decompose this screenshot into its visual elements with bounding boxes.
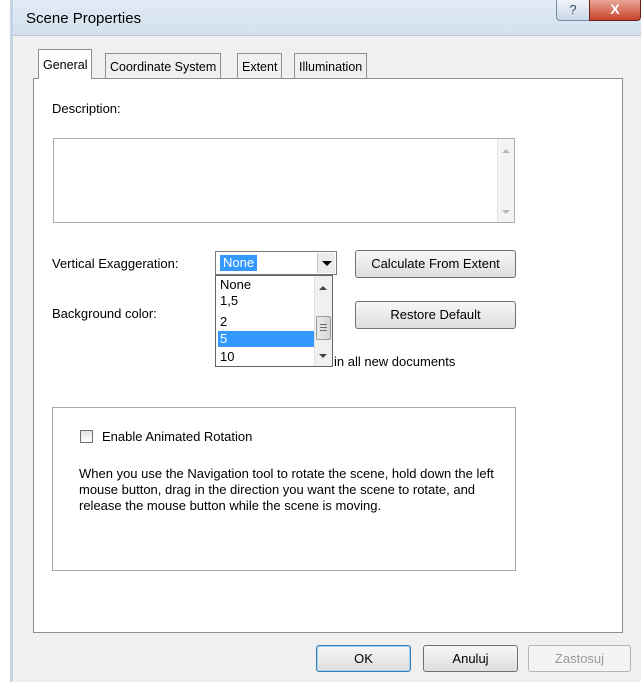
tab-illumination[interactable]: Illumination (294, 53, 368, 78)
description-scrollbar[interactable] (497, 139, 514, 222)
scroll-up-arrow-icon[interactable] (502, 149, 510, 153)
chevron-down-icon (322, 261, 332, 266)
enable-animated-rotation-checkbox[interactable] (80, 430, 93, 443)
help-icon: ? (569, 2, 577, 17)
dropdown-scrollbar[interactable] (314, 276, 332, 366)
background-color-label: Background color: (52, 306, 157, 321)
dropdown-option[interactable]: 1,5 (218, 293, 315, 309)
dropdown-option[interactable]: None (218, 277, 315, 293)
dropdown-option[interactable]: 2 (218, 314, 315, 330)
scrollbar-thumb[interactable] (316, 316, 331, 340)
close-button[interactable]: X (589, 0, 641, 21)
calculate-from-extent-button[interactable]: Calculate From Extent (355, 250, 516, 278)
vertical-exaggeration-label: Vertical Exaggeration: (52, 256, 179, 271)
tab-general[interactable]: General (38, 49, 93, 79)
scroll-down-arrow-icon[interactable] (319, 354, 327, 358)
combo-dropdown-button[interactable] (317, 253, 335, 273)
description-label: Description: (52, 101, 121, 116)
scroll-down-arrow-icon[interactable] (502, 210, 510, 214)
vertical-exaggeration-combo[interactable]: None (215, 251, 337, 275)
dropdown-option[interactable]: 10 (218, 349, 315, 365)
window-title: Scene Properties (26, 10, 142, 27)
vertical-exaggeration-dropdown-list[interactable]: None 1,5 2 5 10 (215, 275, 333, 367)
scroll-up-arrow-icon[interactable] (319, 286, 327, 290)
close-icon: X (610, 1, 620, 17)
tab-extent[interactable]: Extent (237, 53, 283, 78)
animated-rotation-help-text: When you use the Navigation tool to rota… (79, 466, 494, 513)
tab-coordinate-system[interactable]: Coordinate System (105, 53, 222, 78)
new-documents-label: in all new documents (334, 354, 456, 369)
cancel-button[interactable]: Anuluj (423, 645, 518, 672)
apply-button[interactable]: Zastosuj (528, 645, 631, 672)
dropdown-option-selected[interactable]: 5 (218, 331, 315, 347)
combo-selected-value: None (220, 255, 258, 271)
restore-default-button[interactable]: Restore Default (355, 301, 516, 329)
description-textarea[interactable] (53, 138, 515, 223)
ok-button[interactable]: OK (316, 645, 411, 672)
enable-animated-rotation-label[interactable]: Enable Animated Rotation (102, 429, 252, 444)
help-button[interactable]: ? (556, 0, 590, 21)
